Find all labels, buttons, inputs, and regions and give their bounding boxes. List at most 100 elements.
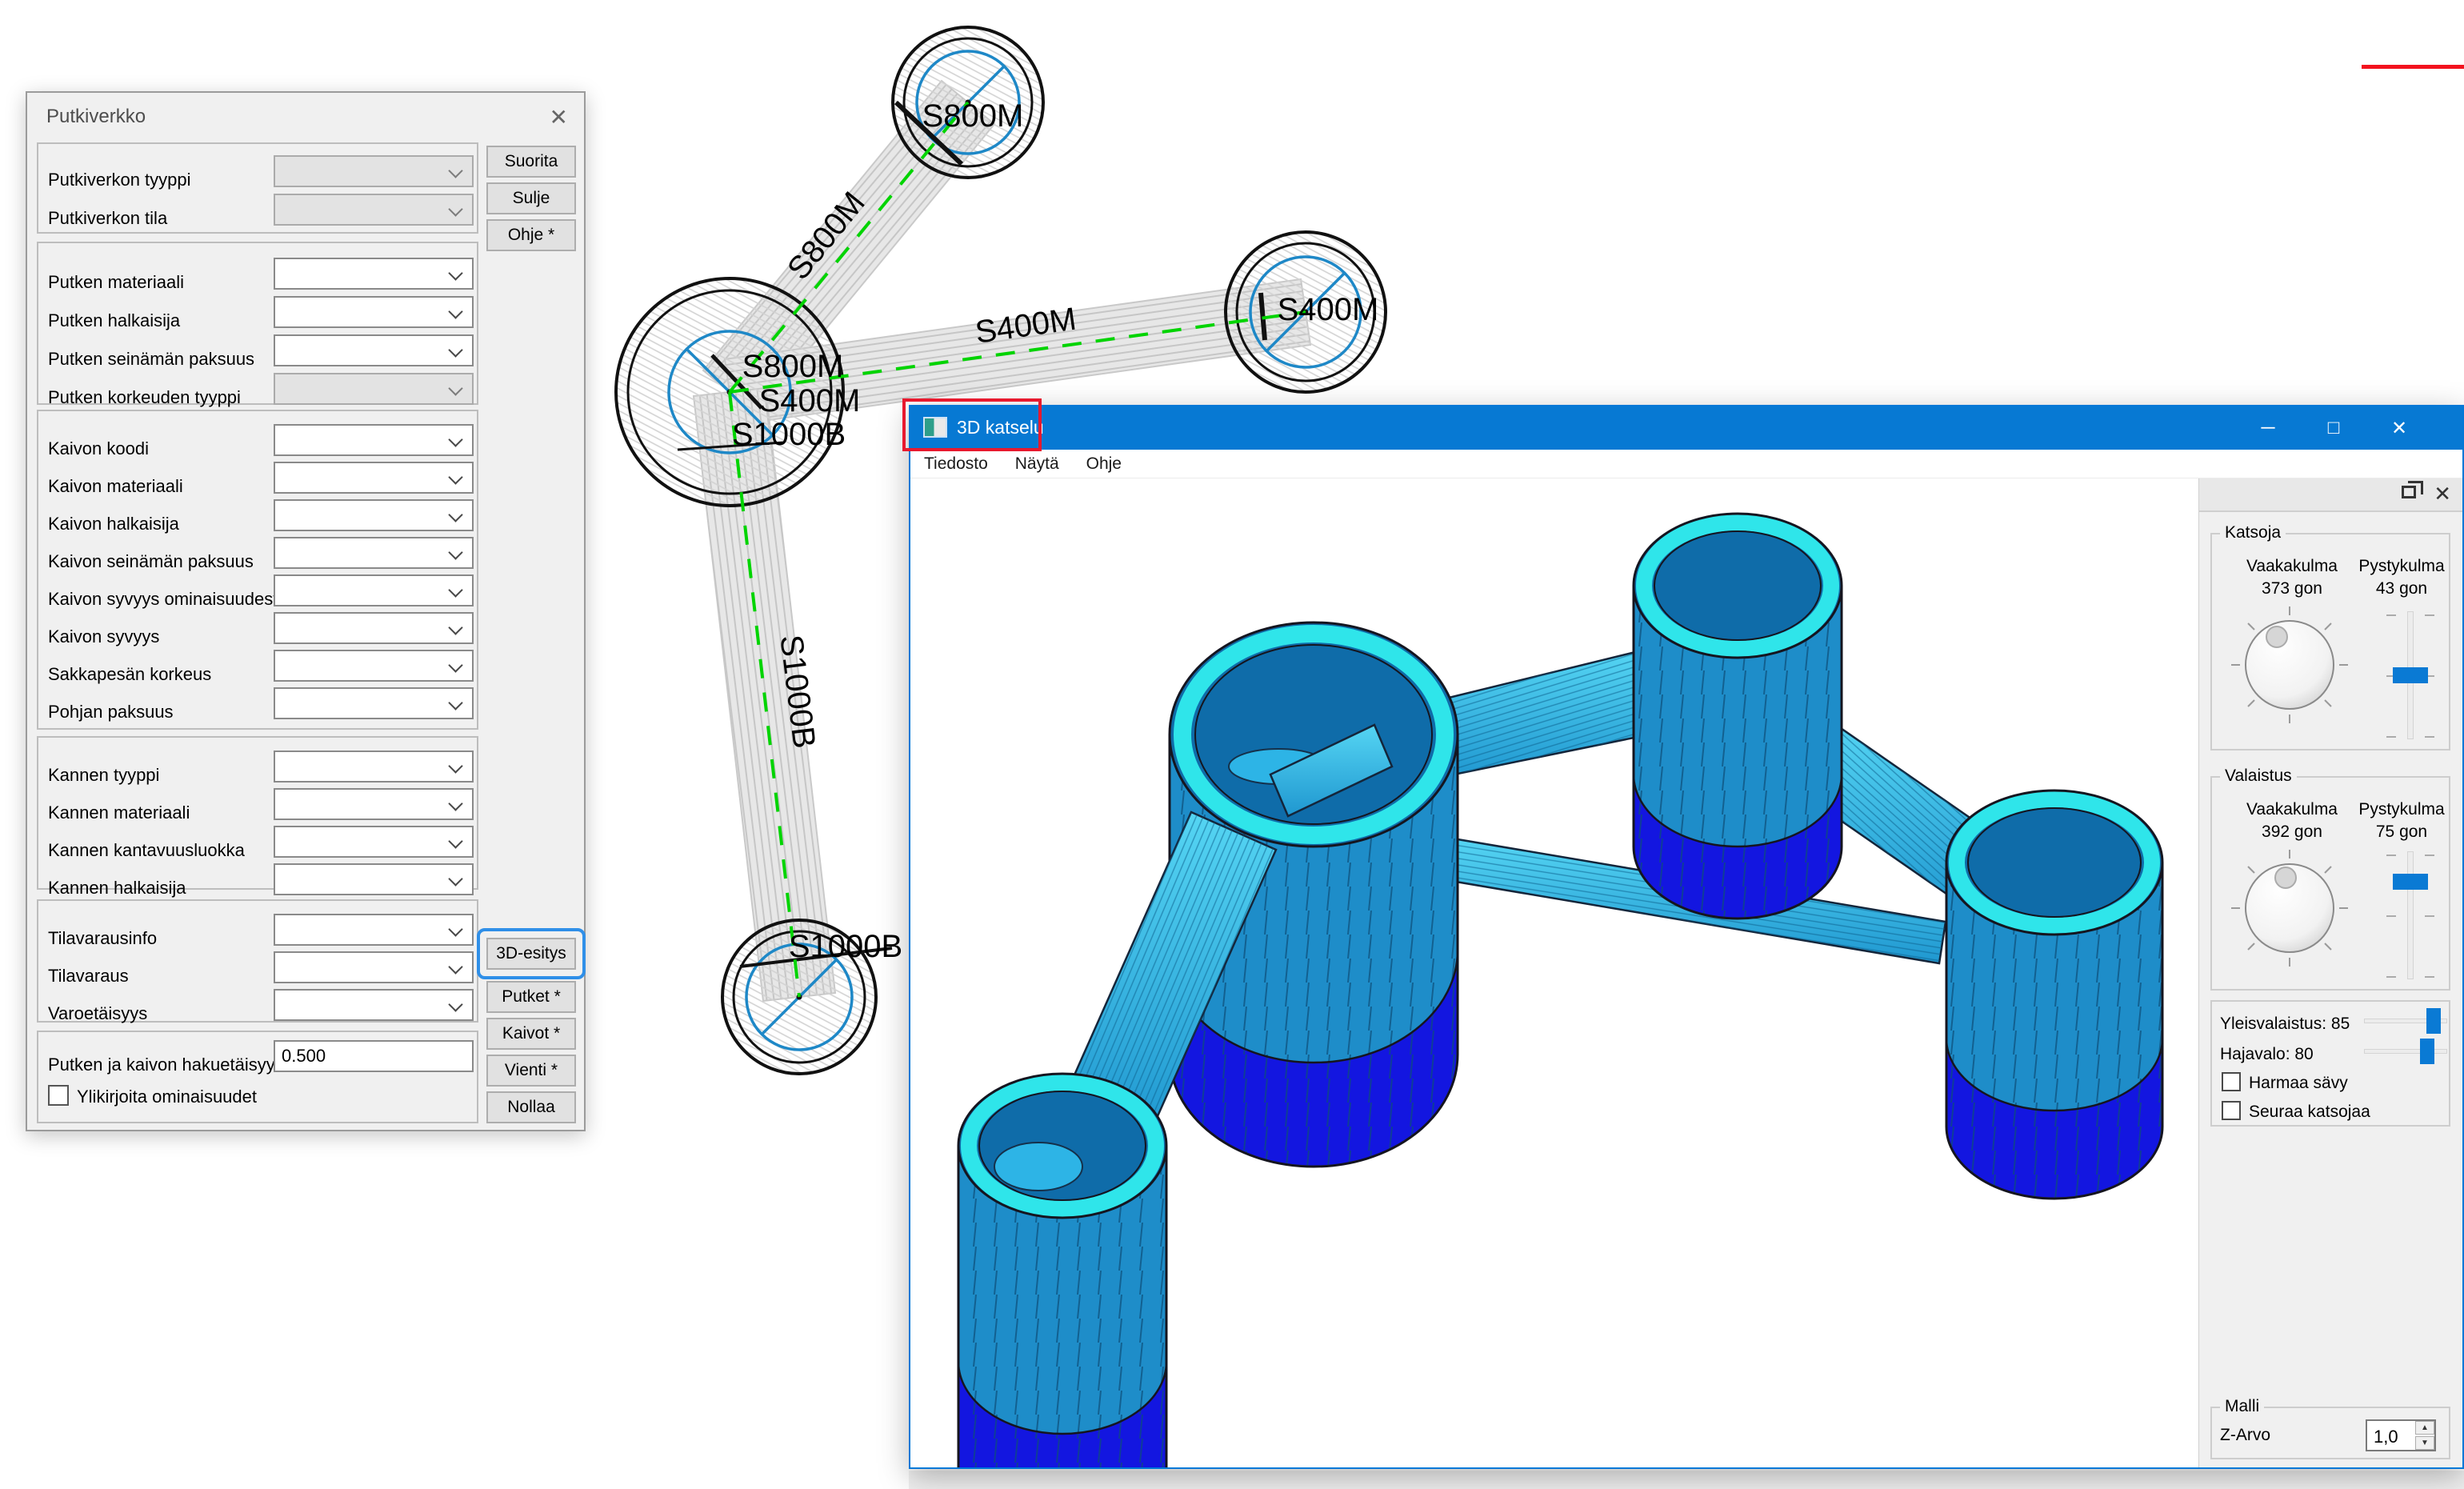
follow-checkbox[interactable] [2222, 1101, 2241, 1120]
chevron-down-icon [448, 381, 462, 395]
combo-putken-seinama[interactable] [274, 334, 474, 366]
diffuse-label: Hajavalo: 80 [2220, 1045, 2314, 1064]
slider-handle[interactable] [2426, 1008, 2441, 1034]
3d-scene [910, 478, 2198, 1467]
maximize-icon[interactable]: □ [2301, 406, 2366, 450]
field-label: Kannen tyyppi [48, 765, 159, 786]
group-pipe: Putken materiaali Putken halkaisija Putk… [37, 242, 478, 405]
chevron-down-icon [448, 997, 462, 1011]
chevron-down-icon [448, 695, 462, 710]
combo-putkiverkon-tila[interactable] [274, 194, 474, 226]
minimize-icon[interactable]: ─ [2235, 406, 2301, 450]
chevron-down-icon [448, 304, 462, 318]
suorita-button[interactable]: Suorita [486, 146, 576, 178]
combo-kaivon-materiaali[interactable] [274, 462, 474, 494]
combo-putken-korkeus[interactable] [274, 373, 474, 405]
chevron-down-icon [448, 432, 462, 446]
3d-viewport[interactable] [910, 478, 2198, 1467]
z-arvo-value: 1,0 [2374, 1427, 2398, 1447]
combo-kannen-tyyppi[interactable] [274, 751, 474, 783]
overwrite-checkbox-label: Ylikirjoita ominaisuudet [77, 1087, 257, 1107]
close-icon[interactable]: ✕ [2434, 482, 2451, 506]
h-angle-label: Vaakakulma [2212, 800, 2372, 819]
slider-handle[interactable] [2420, 1039, 2434, 1064]
combo-kannen-materiaali[interactable] [274, 788, 474, 820]
view-vertical-slider[interactable] [2393, 611, 2428, 742]
combo-kaivon-syvyys[interactable] [274, 612, 474, 644]
combo-varoetaisyys[interactable] [274, 989, 474, 1021]
ambient-label: Yleisvalaistus: 85 [2220, 1015, 2350, 1034]
combo-sakkapesa[interactable] [274, 650, 474, 682]
combo-putkiverkon-tyyppi[interactable] [274, 155, 474, 187]
slider-handle[interactable] [2393, 874, 2428, 890]
menu-tiedosto[interactable]: Tiedosto [910, 450, 1002, 478]
field-label: Kaivon syvyys ominaisuudesta [48, 589, 288, 610]
slider-handle[interactable] [2393, 667, 2428, 683]
spin-down-icon[interactable]: ▼ [2415, 1436, 2434, 1450]
chevron-down-icon [448, 202, 462, 216]
distance-input[interactable]: 0.500 [274, 1040, 474, 1072]
gray-checkbox-label: Harmaa sävy [2249, 1074, 2348, 1093]
window-titlebar[interactable]: 3D katselu ─ □ ✕ [910, 406, 2462, 450]
ohje-button[interactable]: Ohje * [486, 219, 576, 251]
combo-kannen-halkaisija[interactable] [274, 863, 474, 895]
float-panel-icon[interactable] [2402, 486, 2416, 498]
field-label: Putken halkaisija [48, 310, 180, 331]
chevron-down-icon [448, 470, 462, 484]
menu-nayta[interactable]: Näytä [1002, 450, 1073, 478]
follow-checkbox-label: Seuraa katsojaa [2249, 1103, 2370, 1122]
nollaa-button[interactable]: Nollaa [486, 1091, 576, 1123]
close-icon[interactable]: ✕ [550, 104, 568, 130]
z-arvo-spinner[interactable]: 1,0 ▲ ▼ [2366, 1419, 2436, 1451]
3d-katselu-window: 3D katselu ─ □ ✕ Tiedosto Näytä Ohje [909, 405, 2464, 1469]
overwrite-checkbox[interactable] [48, 1085, 69, 1106]
chevron-down-icon [448, 796, 462, 811]
diffuse-slider[interactable] [2364, 1039, 2449, 1064]
combo-kaivon-seinama[interactable] [274, 537, 474, 569]
h-angle-value: 392 gon [2212, 823, 2372, 842]
spin-up-icon[interactable]: ▲ [2415, 1421, 2434, 1435]
label-junction-2: S400M [759, 383, 861, 418]
field-label: Kaivon syvyys [48, 626, 159, 647]
h-angle-label: Vaakakulma [2212, 557, 2372, 576]
combo-kantavuusluokka[interactable] [274, 826, 474, 858]
putket-button[interactable]: Putket * [486, 981, 576, 1013]
chevron-down-icon [448, 507, 462, 522]
combo-tilavarausinfo[interactable] [274, 914, 474, 946]
label-manhole-top: S800M [922, 98, 1024, 134]
knob-indicator [2266, 626, 2287, 647]
view-horizontal-knob[interactable] [2230, 605, 2350, 725]
combo-putken-halkaisija[interactable] [274, 296, 474, 328]
v-angle-value: 75 gon [2350, 823, 2454, 842]
ambient-slider[interactable] [2364, 1008, 2449, 1034]
combo-putken-materiaali[interactable] [274, 258, 474, 290]
group-search: Putken ja kaivon hakuetäisyys 0.500 Ylik… [37, 1031, 478, 1123]
field-label: Putkiverkon tyyppi [48, 170, 191, 190]
combo-kaivon-koodi[interactable] [274, 424, 474, 456]
group-title: Malli [2220, 1397, 2264, 1416]
label-junction-1: S800M [742, 349, 844, 384]
3d-esitys-button[interactable]: 3D-esitys [486, 938, 576, 970]
chevron-down-icon [448, 620, 462, 634]
light-vertical-slider[interactable] [2393, 851, 2428, 983]
kaivot-button[interactable]: Kaivot * [486, 1018, 576, 1050]
combo-tilavaraus[interactable] [274, 951, 474, 983]
chevron-down-icon [448, 163, 462, 178]
field-label: Kannen kantavuusluokka [48, 840, 245, 861]
malli-group: Malli Z-Arvo 1,0 ▲ ▼ [2210, 1407, 2450, 1459]
combo-kaivon-syvyys-om[interactable] [274, 574, 474, 606]
chevron-down-icon [448, 922, 462, 936]
gray-checkbox[interactable] [2222, 1072, 2241, 1091]
combo-pohjan-paksuus[interactable] [274, 687, 474, 719]
combo-kaivon-halkaisija[interactable] [274, 499, 474, 531]
v-angle-value: 43 gon [2350, 579, 2454, 598]
light-horizontal-knob[interactable] [2230, 848, 2350, 968]
menu-ohje[interactable]: Ohje [1073, 450, 1135, 478]
sulje-button[interactable]: Sulje [486, 182, 576, 214]
z-arvo-label: Z-Arvo [2220, 1426, 2270, 1445]
field-label: Pohjan paksuus [48, 702, 174, 722]
dock-header[interactable]: ✕ [2199, 478, 2462, 512]
vienti-button[interactable]: Vienti * [486, 1055, 576, 1087]
field-label: Putken korkeuden tyyppi [48, 387, 241, 408]
close-icon[interactable]: ✕ [2366, 406, 2432, 450]
